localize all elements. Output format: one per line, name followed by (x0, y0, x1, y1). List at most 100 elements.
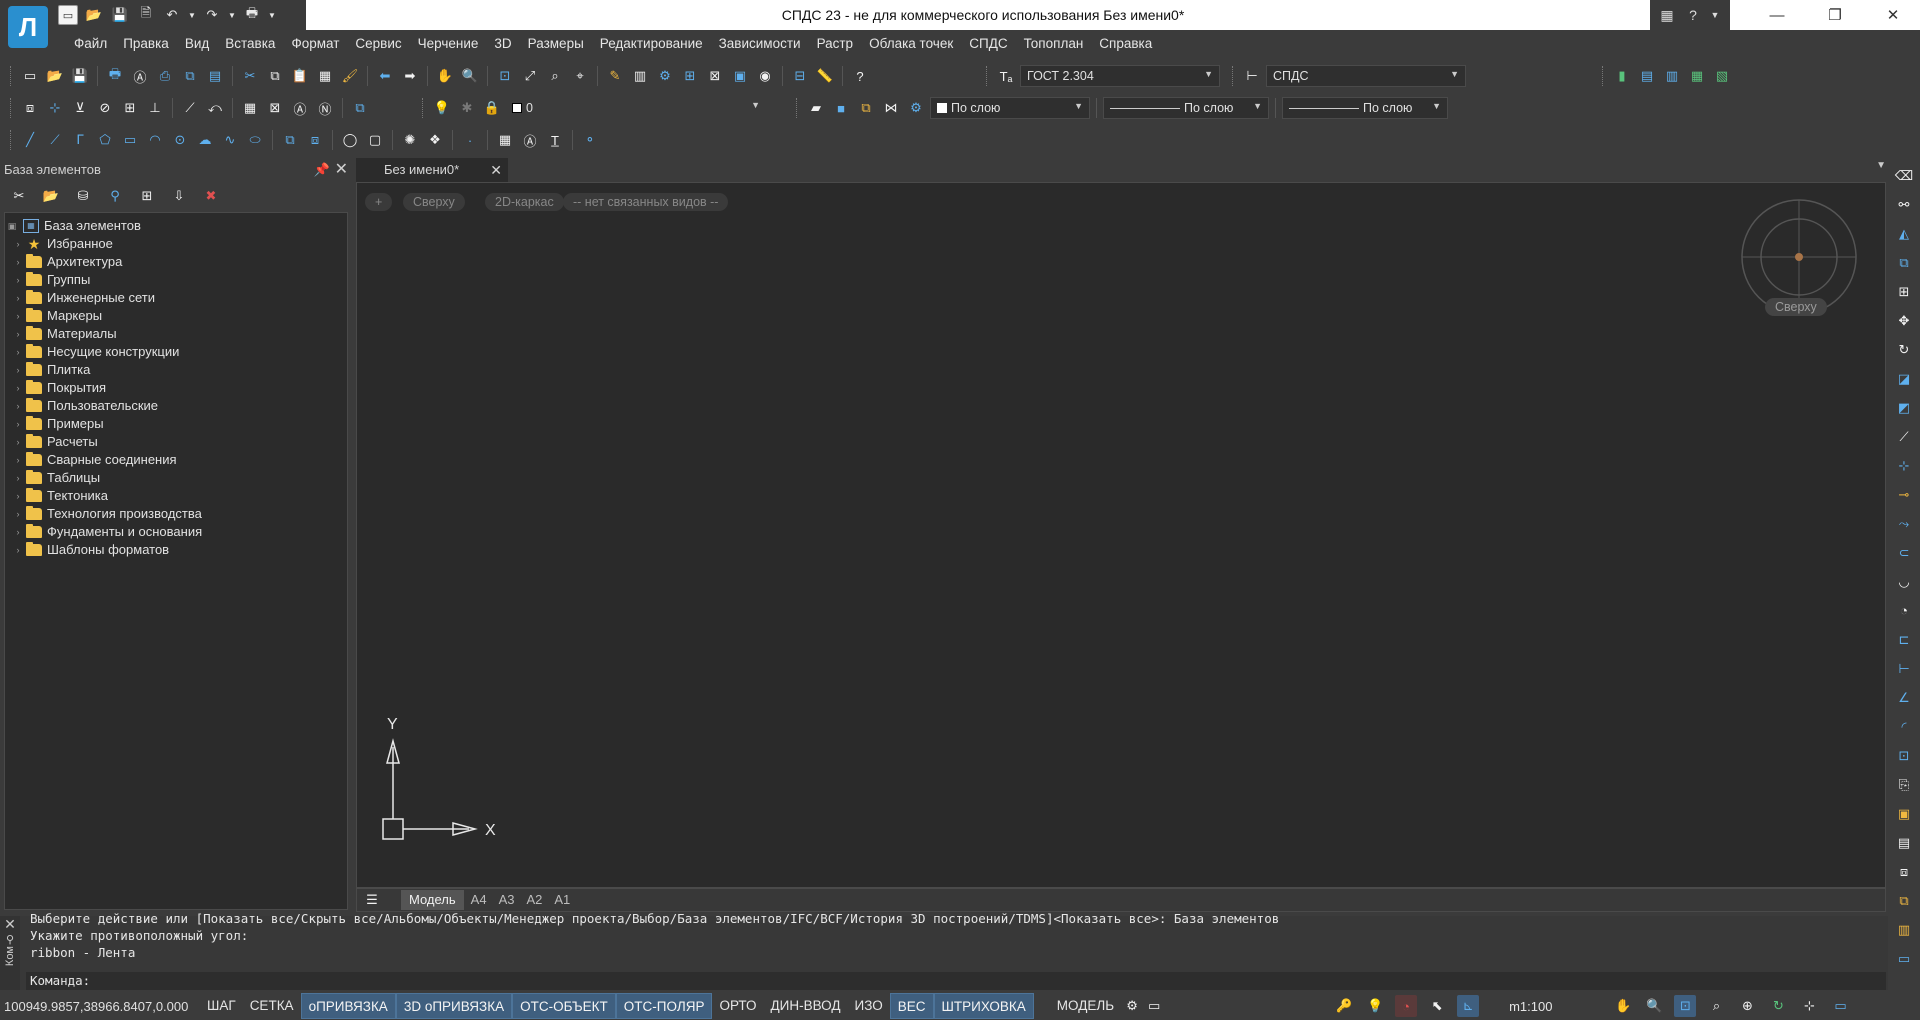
tree-item[interactable]: › Тектоника (5, 487, 347, 505)
expand-icon[interactable]: › (13, 523, 23, 541)
color-select[interactable]: По слою ▼ (930, 97, 1090, 119)
open-folder-icon[interactable]: 📂 (84, 5, 104, 25)
stack-icon[interactable]: ▥ (1893, 918, 1915, 941)
layer-lock-icon[interactable]: 🔒 (481, 97, 503, 119)
quick-calc-icon[interactable]: ▣ (729, 65, 751, 87)
menu-service[interactable]: Сервис (347, 30, 409, 58)
layer-states-icon[interactable]: ⧉ (349, 97, 371, 119)
tabs-menu-icon[interactable]: ▼ (1876, 160, 1886, 171)
menu-constraints[interactable]: Зависимости (711, 30, 809, 58)
tools-icon[interactable]: ✂ (8, 185, 30, 207)
expand-icon[interactable]: › (13, 541, 23, 559)
plot-preview-icon[interactable]: Ⓐ (129, 65, 151, 87)
menu-spds[interactable]: СПДС (961, 30, 1015, 58)
zoom-previous-icon[interactable]: ⌕ (544, 65, 566, 87)
zoom-previous-icon[interactable]: ⌕ (1705, 995, 1727, 1017)
expand-icon[interactable]: › (13, 343, 23, 361)
construction-line-icon[interactable]: ⟋ (44, 129, 66, 151)
redo-icon[interactable]: ↷ (202, 5, 222, 25)
attribute-icon[interactable]: Ⓐ (289, 97, 311, 119)
close-command-icon[interactable]: ✕ (0, 916, 20, 933)
filter-icon[interactable]: ⚲ (104, 185, 126, 207)
isolate-objects-icon[interactable]: ◔ (1395, 995, 1418, 1017)
layer-on-bulb-icon[interactable]: 💡 (431, 97, 453, 119)
status-toggle[interactable]: ИЗО (848, 993, 890, 1019)
expand-icon[interactable]: › (13, 415, 23, 433)
layer-freeze-icon[interactable]: ✱ (456, 97, 478, 119)
tree-item[interactable]: › Шаблоны форматов (5, 541, 347, 559)
open-folder-icon[interactable]: 📂 (40, 185, 62, 207)
tab-document[interactable]: Без имени0* ✕ (356, 158, 508, 182)
arc-icon[interactable]: ◠ (144, 129, 166, 151)
menu-modify[interactable]: Редактирование (592, 30, 711, 58)
tree-item[interactable]: › Пользовательские (5, 397, 347, 415)
expand-icon[interactable]: › (13, 325, 23, 343)
clean-screen-icon[interactable]: ▭ (1829, 995, 1851, 1017)
pin-icon[interactable]: 📌 (314, 158, 330, 182)
match-layer-icon[interactable]: ⟋ (179, 97, 201, 119)
layer-walk-icon[interactable]: ⧉ (855, 97, 877, 119)
grid-icon[interactable]: ⊞ (119, 97, 141, 119)
annotation-scale-icon[interactable]: ⚙ (1121, 995, 1143, 1017)
navigation-icon[interactable]: ⊹ (1798, 995, 1820, 1017)
region-icon[interactable]: ◯ (339, 129, 361, 151)
tree-item[interactable]: › Таблицы (5, 469, 347, 487)
hardware-acceleration-icon[interactable]: 💡 (1364, 995, 1386, 1017)
layer-stack-icon[interactable]: ⧉ (1893, 889, 1915, 912)
gradient-icon[interactable]: ❖ (424, 129, 446, 151)
table-icon[interactable]: ▦ (239, 97, 261, 119)
cut-icon[interactable]: ✂ (239, 65, 261, 87)
pan-icon[interactable]: ✋ (434, 65, 456, 87)
batch-plot-icon[interactable]: ⎙ (154, 65, 176, 87)
text-icon[interactable]: T̲ (544, 129, 566, 151)
circle-icon[interactable]: ⊙ (169, 129, 191, 151)
command-input[interactable]: Команда: (26, 972, 1886, 990)
paste-special-icon[interactable]: ▦ (314, 65, 336, 87)
expand-icon[interactable]: › (13, 397, 23, 415)
tree-item[interactable]: › Сварные соединения (5, 451, 347, 469)
layer-panel-icon[interactable]: ▣ (1893, 802, 1915, 825)
import-icon[interactable]: ⇩ (168, 185, 190, 207)
array-icon[interactable]: ⊞ (1893, 280, 1915, 303)
leader-icon[interactable]: ⎘ (1893, 773, 1915, 796)
status-toggle[interactable]: ШТРИХОВКА (933, 993, 1034, 1019)
layouts-list-icon[interactable]: ☰ (361, 889, 383, 911)
spds-stamp-icon[interactable]: ▤ (1636, 65, 1658, 87)
tool-palettes-icon[interactable]: ⚙ (654, 65, 676, 87)
spds-sheet-icon[interactable]: ▥ (1661, 65, 1683, 87)
no-entry-icon[interactable]: ⊘ (94, 97, 116, 119)
lock-ui-icon[interactable]: 🔑 (1333, 995, 1355, 1017)
expand-icon[interactable]: › (13, 505, 23, 523)
zoom-window-icon[interactable]: ⊡ (1674, 995, 1697, 1017)
expand-icon[interactable]: › (13, 235, 23, 253)
tie-icon[interactable]: ⋈ (880, 97, 902, 119)
join-icon[interactable]: ⊂ (1893, 541, 1915, 564)
trim-icon[interactable]: ⊹ (1893, 454, 1915, 477)
zoom-icon[interactable]: 🔍 (1643, 995, 1665, 1017)
polygon-icon[interactable]: ⬠ (94, 129, 116, 151)
save-icon[interactable]: 💾 (69, 65, 91, 87)
move-icon[interactable]: ✥ (1893, 309, 1915, 332)
visual-style-select[interactable]: 2D-каркас (485, 193, 564, 211)
drawing-canvas[interactable]: + Сверху 2D-каркас -- нет связанных видо… (356, 182, 1886, 888)
coordinates-readout[interactable]: 100949.9857,38966.8407,0.000 (0, 999, 200, 1014)
menu-format[interactable]: Формат (283, 30, 347, 58)
center-mark-icon[interactable]: ⊡ (1893, 744, 1915, 767)
delete-icon[interactable]: ✖ (200, 185, 222, 207)
menu-dimensions[interactable]: Размеры (520, 30, 592, 58)
menu-file[interactable]: Файл (66, 30, 115, 58)
field-icon[interactable]: Ⓝ (314, 97, 336, 119)
pan-icon[interactable]: ✋ (1612, 995, 1634, 1017)
insert-object-icon[interactable]: ⊞ (136, 185, 158, 207)
revision-cloud-icon[interactable]: ☁ (194, 129, 216, 151)
viewports-icon[interactable]: ⧈ (1893, 860, 1915, 883)
layer-manager-icon[interactable]: ⧈ (19, 97, 41, 119)
expand-icon[interactable]: › (13, 361, 23, 379)
tree-item[interactable]: › Архитектура (5, 253, 347, 271)
help-icon[interactable]: ? (849, 65, 871, 87)
undo-dropdown-icon[interactable]: ▼ (188, 5, 196, 25)
tree-item[interactable]: › Несущие конструкции (5, 343, 347, 361)
selection-cycling-icon[interactable]: ⬉ (1426, 995, 1448, 1017)
new-icon[interactable]: ▭ (19, 65, 41, 87)
tree-item[interactable]: › Плитка (5, 361, 347, 379)
